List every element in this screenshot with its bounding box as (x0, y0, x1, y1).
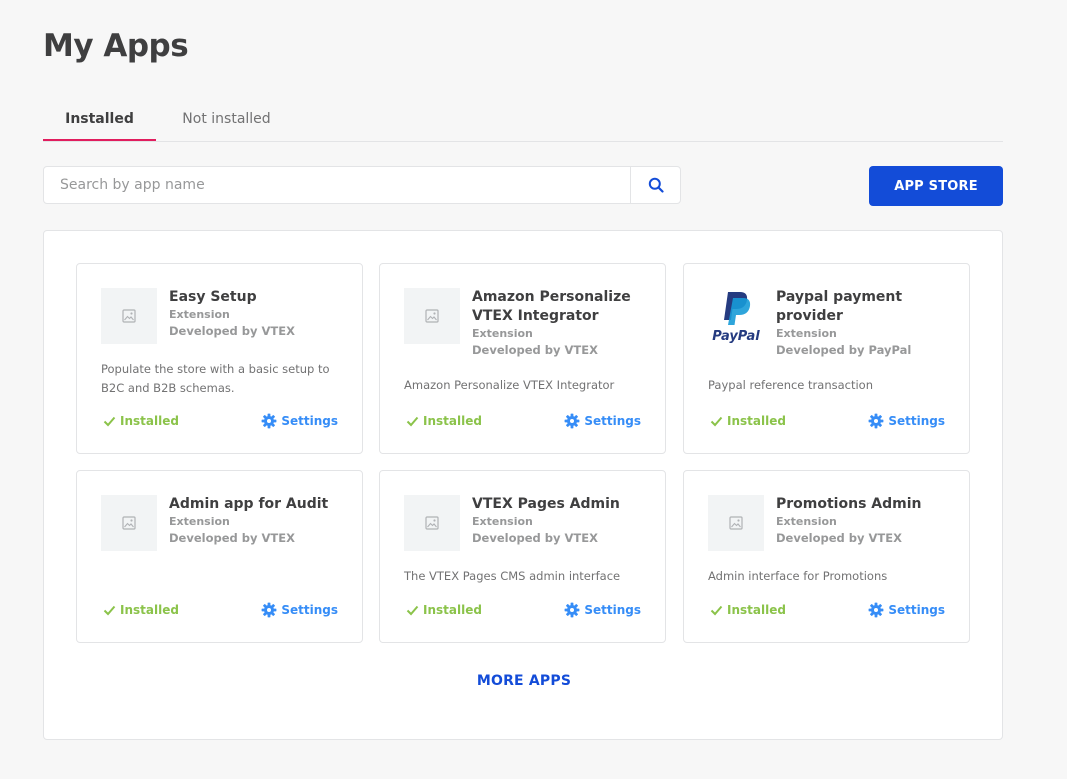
apps-panel: Easy Setup Extension Developed by VTEX P… (43, 230, 1003, 740)
gear-icon (261, 602, 277, 618)
app-type: Extension (776, 327, 837, 340)
app-card[interactable]: VTEX Pages Admin Extension Developed by … (379, 470, 666, 643)
installed-status: Installed (710, 603, 786, 617)
paypal-logo: PayPal (712, 292, 760, 344)
check-icon (103, 416, 116, 427)
gear-icon (564, 602, 580, 618)
settings-link[interactable]: Settings (261, 602, 338, 618)
app-title-block: Promotions Admin Extension Developed by … (776, 495, 956, 546)
image-placeholder-icon (425, 516, 439, 530)
app-title-block: Amazon Personalize VTEX Integrator Exten… (472, 288, 652, 358)
app-thumbnail (708, 495, 764, 551)
app-card[interactable]: Promotions Admin Extension Developed by … (683, 470, 970, 643)
app-developer: Developed by VTEX (472, 531, 598, 545)
app-description: Amazon Personalize VTEX Integrator (404, 378, 615, 392)
status-label: Installed (120, 414, 179, 428)
settings-link[interactable]: Settings (564, 413, 641, 429)
settings-link[interactable]: Settings (868, 413, 945, 429)
check-icon (710, 605, 723, 616)
image-placeholder-icon (729, 516, 743, 530)
app-thumbnail (404, 495, 460, 551)
app-name: Admin app for Audit (169, 496, 329, 512)
app-description: The VTEX Pages CMS admin interface (404, 569, 621, 583)
installed-status: Installed (103, 414, 179, 428)
app-card[interactable]: Easy Setup Extension Developed by VTEX P… (76, 263, 363, 454)
check-icon (406, 605, 419, 616)
gear-icon (261, 413, 277, 429)
settings-link[interactable]: Settings (564, 602, 641, 618)
settings-label: Settings (584, 414, 641, 428)
status-label: Installed (120, 603, 179, 617)
settings-link[interactable]: Settings (868, 602, 945, 618)
check-icon (710, 416, 723, 427)
status-label: Installed (423, 603, 482, 617)
app-name: Paypal payment provider (776, 289, 903, 324)
app-developer: Developed by PayPal (776, 343, 912, 357)
app-developer: Developed by VTEX (169, 324, 295, 338)
app-title-block: VTEX Pages Admin Extension Developed by … (472, 495, 652, 546)
tab-installed[interactable]: Installed (43, 102, 156, 141)
app-thumbnail (404, 288, 460, 344)
app-description: Admin interface for Promotions (708, 569, 888, 583)
app-title-block: Easy Setup Extension Developed by VTEX (169, 288, 349, 339)
settings-label: Settings (888, 603, 945, 617)
status-label: Installed (727, 414, 786, 428)
app-thumbnail (101, 288, 157, 344)
tab-not-installed[interactable]: Not installed (165, 102, 288, 140)
installed-status: Installed (103, 603, 179, 617)
image-placeholder-icon (122, 309, 136, 323)
image-placeholder-icon (425, 309, 439, 323)
settings-label: Settings (281, 414, 338, 428)
app-type: Extension (169, 308, 230, 321)
status-label: Installed (423, 414, 482, 428)
app-title-block: Admin app for Audit Extension Developed … (169, 495, 349, 546)
page-title: My Apps (43, 28, 189, 64)
status-label: Installed (727, 603, 786, 617)
tab-bar: Installed Not installed (43, 102, 1003, 142)
image-placeholder-icon (122, 516, 136, 530)
installed-status: Installed (406, 414, 482, 428)
app-thumbnail (101, 495, 157, 551)
app-name: VTEX Pages Admin (472, 496, 620, 512)
app-developer: Developed by VTEX (776, 531, 902, 545)
app-description: Populate the store with a basic setup to… (101, 362, 330, 395)
check-icon (103, 605, 116, 616)
search-button[interactable] (630, 167, 680, 203)
app-thumbnail: PayPal (708, 288, 764, 344)
settings-label: Settings (584, 603, 641, 617)
app-card[interactable]: Admin app for Audit Extension Developed … (76, 470, 363, 643)
app-card[interactable]: PayPal Paypal payment provider Extension… (683, 263, 970, 454)
svg-text:PayPal: PayPal (712, 329, 760, 344)
app-type: Extension (776, 515, 837, 528)
app-card[interactable]: Amazon Personalize VTEX Integrator Exten… (379, 263, 666, 454)
gear-icon (564, 413, 580, 429)
settings-label: Settings (281, 603, 338, 617)
gear-icon (868, 413, 884, 429)
app-store-button[interactable]: APP STORE (869, 166, 1003, 206)
settings-label: Settings (888, 414, 945, 428)
search-input[interactable] (44, 167, 632, 203)
search-icon (648, 177, 664, 193)
app-type: Extension (472, 327, 533, 340)
app-name: Easy Setup (169, 289, 257, 305)
app-type: Extension (169, 515, 230, 528)
app-name: Promotions Admin (776, 496, 922, 512)
search-box (43, 166, 681, 204)
app-type: Extension (472, 515, 533, 528)
app-name: Amazon Personalize VTEX Integrator (472, 289, 631, 324)
installed-status: Installed (406, 603, 482, 617)
app-title-block: Paypal payment provider Extension Develo… (776, 288, 956, 358)
app-description: Paypal reference transaction (708, 378, 873, 392)
more-apps-link[interactable]: MORE APPS (44, 673, 1004, 689)
check-icon (406, 416, 419, 427)
gear-icon (868, 602, 884, 618)
settings-link[interactable]: Settings (261, 413, 338, 429)
installed-status: Installed (710, 414, 786, 428)
app-developer: Developed by VTEX (169, 531, 295, 545)
app-developer: Developed by VTEX (472, 343, 598, 357)
